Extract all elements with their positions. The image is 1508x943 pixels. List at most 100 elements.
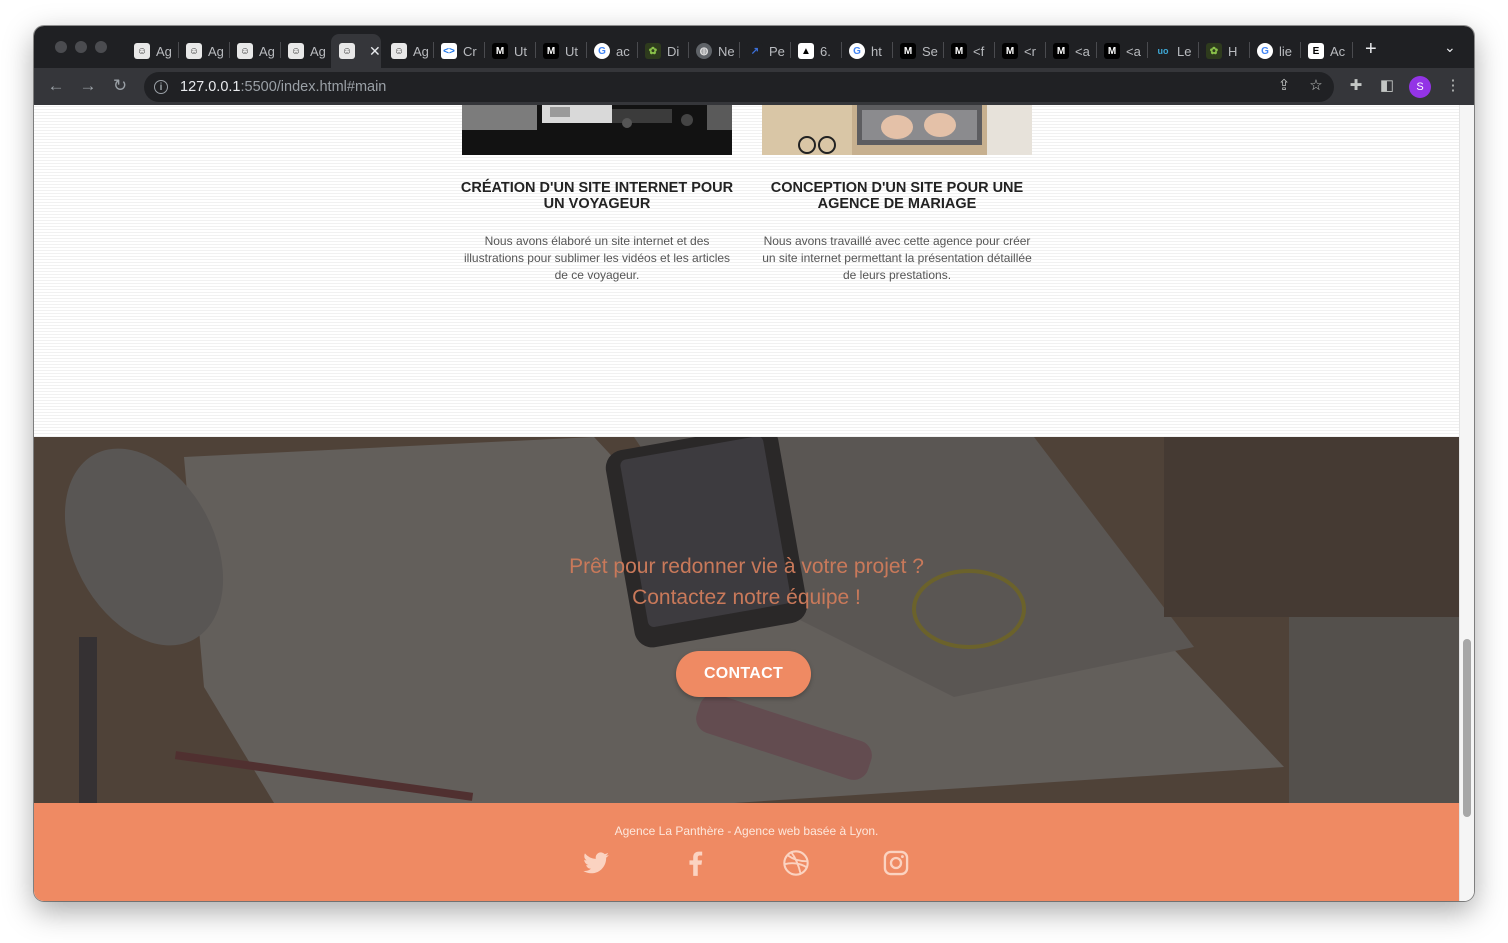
panther-icon: ☺: [237, 43, 253, 59]
site-info-icon[interactable]: i: [154, 80, 168, 94]
m-icon: M: [900, 43, 916, 59]
forward-arrow-icon[interactable]: →: [77, 75, 99, 97]
browser-tab[interactable]: M Ut: [535, 37, 583, 65]
panther-icon: ☺: [186, 43, 202, 59]
browser-tab-active[interactable]: ☺ ✕: [331, 34, 381, 68]
maximize-window-dot[interactable]: [95, 41, 107, 53]
bird-icon: ↗: [747, 43, 763, 59]
tab-label: Le: [1177, 43, 1192, 59]
more-menu-icon[interactable]: ⋮: [1443, 76, 1463, 96]
share-icon[interactable]: ⇪: [1274, 76, 1294, 96]
browser-tab[interactable]: ✿ Di: [637, 37, 685, 65]
url-host: 127.0.0.1: [180, 79, 241, 95]
browser-toolbar: ← → ↻ i 127.0.0.1:5500/index.html#main ⇪…: [34, 68, 1474, 105]
google-icon: G: [594, 43, 610, 59]
dribbble-icon[interactable]: [782, 849, 810, 877]
m-icon: M: [951, 43, 967, 59]
tab-label: Ag: [310, 43, 326, 59]
tab-label: Se: [922, 43, 938, 59]
browser-tab[interactable]: uo Le: [1147, 37, 1195, 65]
bookmark-star-icon[interactable]: ☆: [1306, 76, 1326, 96]
project-title: CONCEPTION D'UN SITE POUR UNE AGENCE DE …: [770, 180, 1024, 212]
google-icon: G: [1257, 43, 1273, 59]
browser-tab[interactable]: Gac: [586, 37, 634, 65]
instagram-icon[interactable]: [882, 849, 910, 877]
browser-tab[interactable]: M <r: [994, 37, 1042, 65]
browser-tab[interactable]: Glie: [1249, 37, 1297, 65]
project-thumbnail-image[interactable]: [462, 105, 732, 155]
tab-label: Ag: [259, 43, 275, 59]
panther-icon: ☺: [391, 43, 407, 59]
dark-overlay: [34, 437, 1459, 803]
tab-label: <r: [1024, 43, 1036, 59]
panther-icon: ☺: [339, 43, 355, 59]
project-thumbnail-image[interactable]: [762, 105, 1032, 155]
tab-label: Cr: [463, 43, 477, 59]
browser-tab[interactable]: M <f: [943, 37, 991, 65]
tab-search-chevron-icon[interactable]: ⌄: [1444, 39, 1456, 56]
laptop-hands-photo-image: [762, 105, 1032, 155]
profile-avatar[interactable]: S: [1409, 76, 1431, 98]
tab-label: ac: [616, 43, 630, 59]
browser-tab[interactable]: M <a: [1045, 37, 1093, 65]
extensions-puzzle-icon[interactable]: ✚: [1346, 76, 1366, 96]
close-window-dot[interactable]: [55, 41, 67, 53]
reload-icon[interactable]: ↻: [109, 75, 131, 97]
close-tab-icon[interactable]: ✕: [369, 43, 381, 60]
desk-photo-image: [462, 105, 732, 155]
twitter-icon[interactable]: [582, 849, 610, 877]
scrollbar-thumb[interactable]: [1463, 639, 1471, 817]
cta-line-2: Contactez notre équipe !: [632, 586, 861, 609]
tab-label: Ag: [413, 43, 429, 59]
contact-button[interactable]: CONTACT: [676, 651, 811, 697]
browser-tab[interactable]: ✿ H: [1198, 37, 1246, 65]
browser-tab[interactable]: M Se: [892, 37, 940, 65]
tab-label: Ut: [514, 43, 527, 59]
footer-text: Agence La Panthère - Agence web basée à …: [614, 824, 879, 838]
address-bar[interactable]: i 127.0.0.1:5500/index.html#main: [144, 72, 1334, 102]
webpage: CRÉATION D'UN SITE INTERNET POUR UN VOYA…: [34, 105, 1459, 901]
tab-label: lie: [1279, 43, 1293, 59]
tab-separator: [1352, 42, 1353, 58]
browser-tab[interactable]: ▲ 6.: [790, 37, 838, 65]
browser-tab[interactable]: Ght: [841, 37, 889, 65]
browser-tab[interactable]: ☺ Ag: [178, 37, 226, 65]
browser-tab[interactable]: M <a: [1096, 37, 1144, 65]
back-arrow-icon[interactable]: ←: [45, 75, 67, 97]
m-icon: M: [1104, 43, 1120, 59]
side-panel-icon[interactable]: ◧: [1377, 76, 1397, 96]
browser-tab[interactable]: ☺ Ag: [383, 37, 431, 65]
tab-label: Ut: [565, 43, 578, 59]
tab-label: <f: [973, 43, 985, 59]
browser-tab[interactable]: <> Cr: [433, 37, 481, 65]
browser-tab[interactable]: M Ut: [484, 37, 532, 65]
contact-cta-section: Prêt pour redonner vie à votre projet ? …: [34, 437, 1459, 803]
m-icon: M: [1002, 43, 1018, 59]
panther-icon: ☺: [288, 43, 304, 59]
leaf-icon: ✿: [1206, 43, 1222, 59]
browser-tab[interactable]: ☺ Ag: [229, 37, 277, 65]
browser-tab[interactable]: ↗ Pe: [739, 37, 787, 65]
uo-icon: uo: [1155, 43, 1171, 59]
browser-tab[interactable]: ☺ Ag: [280, 37, 328, 65]
browser-tab[interactable]: ☺ Ag: [126, 37, 174, 65]
globe-icon: ◍: [696, 43, 712, 59]
m-icon: M: [543, 43, 559, 59]
e-icon: E: [1308, 43, 1324, 59]
site-footer: Agence La Panthère - Agence web basée à …: [34, 803, 1459, 901]
browser-tab[interactable]: ◍ Ne: [688, 37, 736, 65]
tab-label: 6.: [820, 43, 831, 59]
cta-heading: Prêt pour redonner vie à votre projet ? …: [34, 551, 1459, 613]
panther-icon: ☺: [134, 43, 150, 59]
code-icon: <>: [441, 43, 457, 59]
project-description: Nous avons travaillé avec cette agence p…: [762, 234, 1032, 282]
browser-tab[interactable]: E Ac: [1300, 37, 1348, 65]
facebook-icon[interactable]: [682, 849, 710, 877]
new-tab-button[interactable]: +: [1365, 39, 1377, 59]
url-text[interactable]: 127.0.0.1:5500/index.html#main: [180, 79, 386, 95]
url-path: :5500/index.html#main: [240, 79, 387, 95]
minimize-window-dot[interactable]: [75, 41, 87, 53]
project-description: Nous avons élaboré un site internet et d…: [463, 234, 731, 282]
tab-label: Ac: [1330, 43, 1346, 59]
browser-window: ☺ Ag ☺ Ag ☺ Ag ☺ Ag ☺ ✕ ☺ Ag <> Cr M Ut M Ut: [34, 26, 1474, 901]
